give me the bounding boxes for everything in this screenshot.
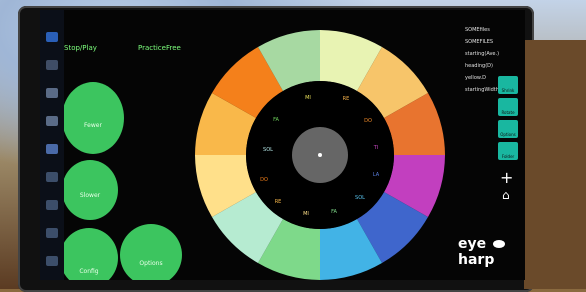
app-icon-4[interactable] (46, 228, 58, 238)
inner-label-mi-2: MI (303, 211, 309, 217)
center-dot (318, 153, 322, 157)
windows-taskbar (40, 10, 64, 280)
camera-icon[interactable] (46, 116, 58, 126)
inner-label-mi: MI (305, 95, 311, 101)
list-item[interactable]: SOMEfiles (465, 24, 518, 36)
inner-label-re: RE (343, 96, 350, 102)
harp-wheel[interactable]: FA MI RE DO TI LA SOL FA MI RE DO SOL (180, 20, 460, 280)
options-tool[interactable]: Options (498, 120, 518, 138)
tablet-stand (524, 40, 586, 289)
inner-label-ti: TI (373, 145, 379, 151)
config-button-label: Config (79, 268, 99, 275)
rotate-label: Rotate (501, 110, 515, 115)
rotate-tool[interactable]: Rotate (498, 98, 518, 116)
edge-icon[interactable] (46, 32, 58, 42)
options-label: Options (500, 132, 516, 137)
options-button-label: Options (139, 260, 163, 267)
list-item[interactable]: heading(D) (465, 60, 518, 72)
folder-tool[interactable]: Folder (498, 142, 518, 160)
file-explorer-icon[interactable] (46, 60, 58, 70)
options-button[interactable]: Options (120, 224, 182, 280)
inner-label-fa: FA (273, 117, 279, 123)
app-icon-3[interactable] (46, 200, 58, 210)
fewer-button[interactable]: Fewer (62, 82, 124, 154)
inner-label-la: LA (373, 172, 380, 178)
home-icon[interactable]: ⌂ (502, 188, 510, 202)
list-item[interactable]: SOMEFILES (465, 36, 518, 48)
app-screen: Stop/Play PracticeFree Fewer Slower Conf… (40, 10, 525, 280)
store-icon[interactable] (46, 88, 58, 98)
inner-label-re-2: RE (275, 199, 282, 205)
shrink-label: Shrink (501, 88, 515, 93)
list-item[interactable]: starting(Ave.) (465, 48, 518, 60)
inner-label-sol-2: SOL (263, 147, 273, 153)
shrink-tool[interactable]: Shrink (498, 76, 518, 94)
logo-right-text: harp (458, 252, 495, 268)
inner-label-fa-2: FA (331, 209, 337, 215)
app-icon-5[interactable] (46, 256, 58, 266)
app-icon-2[interactable] (46, 172, 58, 182)
logo-eye-symbol (493, 240, 505, 248)
practice-free-menu[interactable]: PracticeFree (138, 44, 181, 52)
logo-left-text: eye (458, 236, 487, 252)
slower-button-label: Slower (79, 192, 101, 199)
inner-label-do: DO (364, 118, 372, 124)
eyeharp-logo: eye harp (458, 236, 525, 268)
config-button[interactable]: Config (60, 228, 118, 280)
stop-play-menu[interactable]: Stop/Play (64, 44, 97, 52)
inner-label-do-2: DO (260, 177, 268, 183)
plus-icon[interactable]: + (500, 168, 513, 187)
folder-label: Folder (501, 154, 515, 159)
slower-button[interactable]: Slower (62, 160, 118, 220)
fewer-button-label: Fewer (84, 122, 102, 129)
app-icon[interactable] (46, 144, 58, 154)
inner-label-sol: SOL (355, 195, 365, 201)
